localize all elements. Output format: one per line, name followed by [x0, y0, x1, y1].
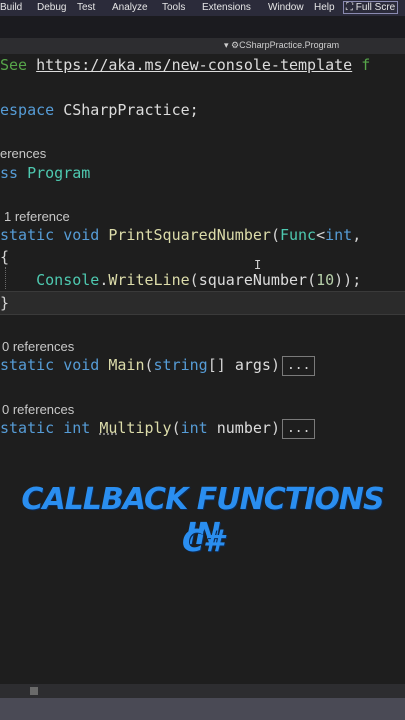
method-name-print-squared: PrintSquaredNumber — [108, 226, 271, 244]
toolbar-area — [0, 16, 405, 38]
paren-close: )); — [334, 271, 362, 289]
static-keyword: static — [0, 356, 64, 374]
comma: , — [352, 226, 362, 244]
array-brackets: [] — [207, 356, 235, 374]
code-line-method1: static void PrintSquaredNumber(Func<int, — [0, 226, 361, 244]
code-line-multiply: static int Multiply(int number)... — [0, 419, 316, 440]
comment-link[interactable]: https://aka.ms/new-console-template — [36, 56, 352, 74]
func-type: Func — [279, 226, 317, 244]
code-line-brace-open: { — [0, 248, 9, 266]
number-literal: 10 — [316, 271, 335, 289]
namespace-keyword: espace — [0, 101, 64, 119]
paren-close: ) — [270, 356, 280, 374]
codelens-multiply-references[interactable]: 0 references — [2, 402, 74, 417]
int-keyword: int — [63, 419, 100, 437]
full-screen-icon: ⛶ — [346, 2, 353, 13]
menu-build[interactable]: Build — [0, 2, 22, 13]
collapsed-region-button[interactable]: ... — [281, 356, 316, 376]
angle-bracket: < — [316, 226, 326, 244]
text-cursor-icon: I — [254, 258, 262, 272]
code-line-main: static void Main(string[] args)... — [0, 356, 316, 377]
editor-status-bar — [0, 684, 405, 698]
navigation-bar[interactable]: ▾ ⚙CSharpPractice.Program — [0, 38, 405, 54]
console-class: Console — [36, 271, 100, 289]
menu-analyze[interactable]: Analyze — [112, 2, 148, 13]
string-keyword: string — [153, 356, 208, 374]
collapsed-region-button[interactable]: ... — [281, 419, 316, 439]
void-keyword: void — [63, 356, 109, 374]
menu-tools[interactable]: Tools — [162, 2, 185, 13]
paren-open: ( — [171, 419, 181, 437]
class-keyword: ss — [0, 164, 28, 182]
static-keyword: static — [0, 226, 64, 244]
method-name-multiply-start: Mu — [99, 419, 118, 437]
code-line-class: ss Program — [0, 164, 90, 182]
chevron-down-icon: ▾ — [224, 40, 229, 50]
brace-close: } — [0, 294, 10, 312]
menu-window[interactable]: Window — [268, 2, 304, 13]
overlay-title-line2: C# — [182, 524, 224, 559]
current-line-highlight — [0, 291, 405, 315]
brace-open: { — [0, 248, 10, 266]
static-keyword: static — [0, 419, 64, 437]
codelens-method1-references[interactable]: 1 reference — [4, 209, 70, 224]
method-name-main: Main — [108, 356, 145, 374]
menu-help[interactable]: Help — [314, 2, 335, 13]
menu-extensions[interactable]: Extensions — [202, 2, 251, 13]
menu-bar: Build Debug Test Analyze Tools Extension… — [0, 0, 405, 16]
class-icon: ⚙ — [231, 40, 240, 50]
full-screen-button[interactable]: ⛶ Full Scre — [343, 1, 399, 14]
method-name-multiply-end: ltiply — [117, 419, 172, 437]
paren-close: ) — [270, 419, 280, 437]
args-param: args — [234, 356, 271, 374]
class-path: CSharpPractice.Program — [239, 40, 340, 50]
codelens-class-references[interactable]: erences — [0, 146, 46, 161]
horizontal-scrollbar-thumb[interactable] — [30, 687, 38, 695]
full-screen-label: Full Scre — [355, 2, 396, 13]
number-param: number — [216, 419, 271, 437]
writeline-method: WriteLine — [108, 271, 190, 289]
code-line-brace-close: } — [0, 294, 9, 312]
bottom-panel — [0, 698, 405, 720]
code-line-namespace: espace CSharpPractice; — [0, 101, 199, 119]
int-keyword: int — [325, 226, 353, 244]
paren: ( — [270, 226, 280, 244]
paren-open-2: ( — [307, 271, 317, 289]
int-param-type: int — [180, 419, 217, 437]
comment-tail: f — [352, 56, 371, 74]
comment-see: See — [0, 56, 37, 74]
code-line-writeline: Console.WriteLine(squareNumber(10)); — [0, 271, 361, 289]
class-dropdown[interactable]: ▾ ⚙CSharpPractice.Program — [224, 40, 339, 51]
namespace-name: CSharpPractice; — [63, 101, 199, 119]
paren-open: ( — [189, 271, 199, 289]
code-editor[interactable]: See https://aka.ms/new-console-template … — [0, 54, 405, 684]
class-name: Program — [27, 164, 91, 182]
square-number-arg: squareNumber — [198, 271, 308, 289]
void-keyword: void — [63, 226, 109, 244]
menu-test[interactable]: Test — [77, 2, 95, 13]
paren-open: ( — [144, 356, 154, 374]
code-line-comment: See https://aka.ms/new-console-template … — [0, 56, 370, 74]
menu-debug[interactable]: Debug — [37, 2, 66, 13]
codelens-main-references[interactable]: 0 references — [2, 339, 74, 354]
